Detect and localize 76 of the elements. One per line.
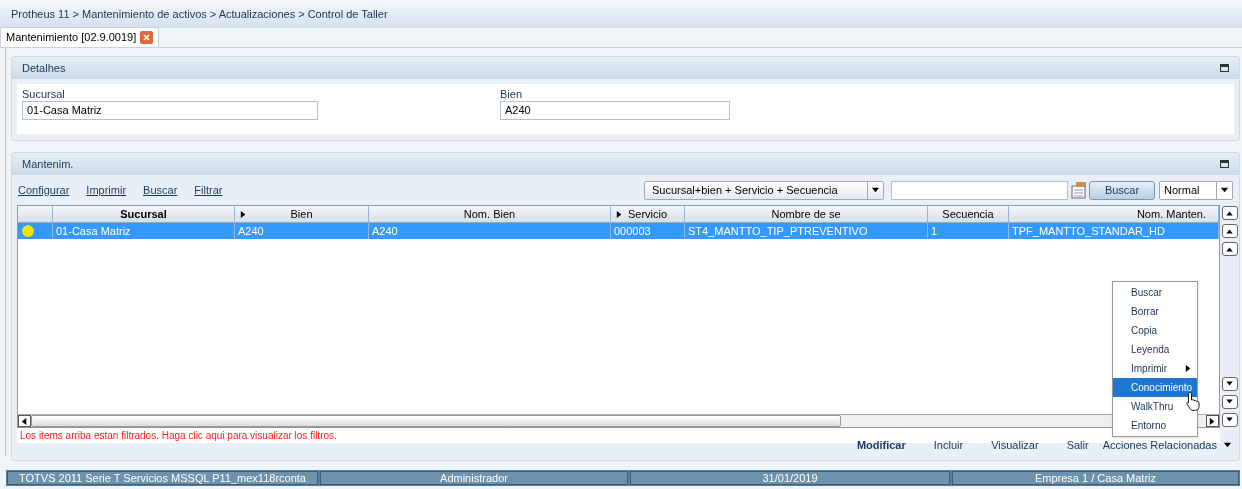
column-header[interactable]: Bien xyxy=(235,206,369,222)
horizontal-scrollbar[interactable] xyxy=(18,414,1219,427)
tab[interactable]: Mantenimiento [02.9.0019] xyxy=(0,27,160,47)
scroll-button[interactable] xyxy=(1221,377,1238,391)
arrow-up-icon xyxy=(1225,245,1234,253)
view-select[interactable]: Normal xyxy=(1159,180,1233,200)
dropdown-caret-icon xyxy=(1220,185,1229,195)
scroll-right-button[interactable] xyxy=(1206,415,1219,427)
toolbar-link[interactable]: Imprimir xyxy=(86,181,127,199)
action-button[interactable]: Salir xyxy=(1066,436,1089,454)
tab-label: Mantenimiento [02.9.0019] xyxy=(6,30,137,46)
arrow-left-icon xyxy=(20,416,29,426)
menu-item[interactable]: Buscar xyxy=(1113,283,1197,302)
status-bar-segment: Empresa 1 / Casa Matriz xyxy=(952,471,1239,485)
column-header[interactable]: Sucursal xyxy=(53,206,235,222)
table-cell: 000003 xyxy=(611,223,685,239)
sort-marker-icon xyxy=(239,210,248,219)
scroll-button[interactable] xyxy=(1221,413,1238,427)
table-cell: A240 xyxy=(235,223,369,239)
menu-item[interactable]: Conocimiento xyxy=(1113,378,1197,397)
minimize-button[interactable] xyxy=(1220,64,1229,72)
menu-item[interactable]: Copia xyxy=(1113,321,1197,340)
menu-item[interactable]: Borrar xyxy=(1113,302,1197,321)
action-button[interactable]: Visualizar xyxy=(991,436,1039,454)
dropdown-caret-icon xyxy=(871,185,880,195)
column-header[interactable]: Secuencia xyxy=(928,206,1009,222)
table-cell: TPF_MANTTO_STANDAR_HD xyxy=(1009,223,1219,239)
arrow-right-icon xyxy=(1208,416,1217,426)
arrow-down-icon xyxy=(1225,398,1234,406)
calendar-icon xyxy=(1071,181,1087,199)
search-button[interactable]: Buscar xyxy=(1089,180,1155,200)
table-cell: ST4_MANTTO_TIP_PTREVENTIVO xyxy=(685,223,928,239)
action-button[interactable]: Modificar xyxy=(856,436,906,454)
index-select[interactable]: Sucursal+bien + Servicio + Secuencia xyxy=(644,180,884,200)
breadcrumb: Protheus 11 > Mantenimiento de activos > Actualizaciones > Control de Taller xyxy=(11,6,388,22)
related-actions-button[interactable]: Acciones Relacionadas xyxy=(1102,436,1232,454)
search-field[interactable] xyxy=(891,180,1068,200)
arrow-down-icon xyxy=(1225,380,1234,388)
table-cell: A240 xyxy=(369,223,611,239)
table-cell: 01-Casa Matriz xyxy=(53,223,235,239)
action-button[interactable]: Incluir xyxy=(933,436,964,454)
column-header[interactable]: Servicio xyxy=(611,206,685,222)
arrow-down-icon xyxy=(1225,416,1234,424)
caret-icon xyxy=(1223,440,1232,450)
column-header[interactable]: Nombre de se xyxy=(685,206,928,222)
arrow-up-icon xyxy=(1225,227,1234,235)
column-header[interactable]: Nom. Bien xyxy=(369,206,611,222)
close-icon xyxy=(143,34,151,41)
minimize-button[interactable] xyxy=(1220,160,1229,168)
arrow-up-icon xyxy=(1225,209,1234,217)
status-bar-segment: TOTVS 2011 Serie T Servicios MSSQL P11_mex118rconta xyxy=(7,471,318,485)
scroll-button[interactable] xyxy=(1221,242,1238,256)
scroll-button[interactable] xyxy=(1221,206,1238,220)
close-button[interactable] xyxy=(140,31,154,44)
panel-title: Mantenim. xyxy=(22,156,74,172)
toolbar-link[interactable]: Buscar xyxy=(143,181,178,199)
scroll-button[interactable] xyxy=(1221,395,1238,409)
scroll-button[interactable] xyxy=(1221,224,1238,238)
submenu-arrow-icon xyxy=(1184,364,1193,373)
text-field[interactable]: 01-Casa Matriz xyxy=(22,101,318,120)
column-header[interactable]: Nom. Manten. xyxy=(1009,206,1219,222)
toolbar-link[interactable]: Configurar xyxy=(18,181,70,199)
field-label: Bien xyxy=(500,88,524,101)
menu-item[interactable]: Imprimir xyxy=(1113,359,1197,378)
scroll-left-button[interactable] xyxy=(18,415,31,427)
sort-marker-icon xyxy=(615,210,624,219)
text-field[interactable]: A240 xyxy=(500,101,730,120)
status-bar-segment: 31/01/2019 xyxy=(630,471,950,485)
field-label: Sucursal xyxy=(22,88,66,101)
scrollbar-thumb[interactable] xyxy=(31,415,841,427)
menu-item[interactable]: Leyenda xyxy=(1113,340,1197,359)
toolbar-link[interactable]: Filtrar xyxy=(194,181,223,199)
status-bar-segment: Administrador xyxy=(320,471,628,485)
table-cell: 1 xyxy=(928,223,1009,239)
panel-title: Detalhes xyxy=(22,60,66,76)
menu-item[interactable]: Entorno xyxy=(1113,416,1197,435)
